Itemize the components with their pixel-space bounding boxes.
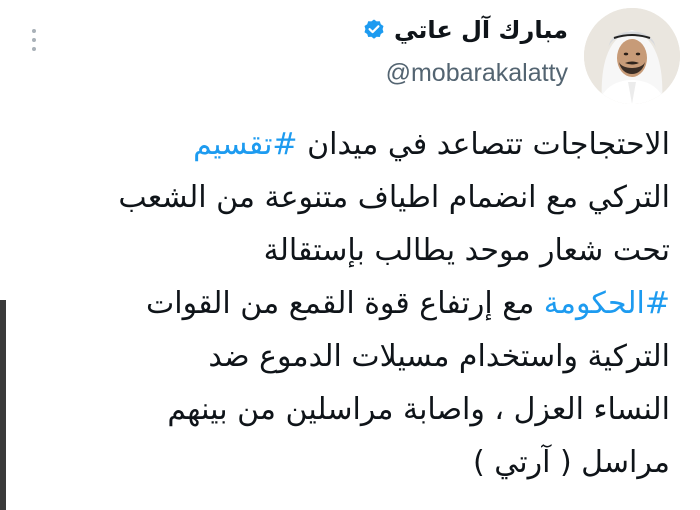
author-display-name[interactable]: مبارك آل عاتي: [394, 10, 568, 50]
tweet-text-segment: النساء العزل ، واصابة مراسلين من بينهم: [167, 392, 670, 427]
left-edge-bar: [0, 300, 6, 510]
tweet-line: تحت شعار موحد يطالب بإستقالة: [30, 224, 670, 277]
verified-badge-icon: [364, 19, 384, 39]
tweet-text-segment: مع إرتفاع قوة القمع من القوات: [146, 286, 544, 321]
more-vertical-icon-dot: [32, 47, 36, 51]
more-vertical-icon: [32, 29, 36, 33]
author-name-row: مبارك آل عاتي: [362, 10, 568, 50]
tweet-line: #الحكومة مع إرتفاع قوة القمع من القوات: [30, 277, 670, 330]
avatar-photo: [584, 8, 680, 104]
tweet-line: الاحتجاجات تتصاعد في ميدان #تقسيم: [30, 118, 670, 171]
hashtag-link[interactable]: #الحكومة: [544, 286, 670, 321]
more-vertical-icon-dot: [32, 38, 36, 42]
tweet-text-segment: مراسل ( آرتي ): [472, 445, 670, 480]
more-options-button[interactable]: [22, 22, 46, 58]
tweet-text-segment: الاحتجاجات تتصاعد في ميدان: [297, 127, 670, 162]
tweet-text-segment: التركي مع انضمام اطياف متنوعة من الشعب: [118, 180, 670, 215]
tweet-line: النساء العزل ، واصابة مراسلين من بينهم: [30, 383, 670, 436]
tweet-line: مراسل ( آرتي ): [30, 436, 670, 489]
tweet-card: مبارك آل عاتي @mobarakalatty الاحتجاجات …: [0, 0, 700, 510]
tweet-text-segment: التركية واستخدام مسيلات الدموع ضد: [208, 339, 670, 374]
tweet-header: مبارك آل عاتي @mobarakalatty: [362, 10, 568, 90]
tweet-text: الاحتجاجات تتصاعد في ميدان #تقسيم التركي…: [30, 118, 670, 489]
author-handle[interactable]: @mobarakalatty: [386, 56, 568, 90]
tweet-line: التركية واستخدام مسيلات الدموع ضد: [30, 330, 670, 383]
avatar[interactable]: [584, 8, 680, 104]
hashtag-link[interactable]: #تقسيم: [193, 127, 297, 162]
tweet-line: التركي مع انضمام اطياف متنوعة من الشعب: [30, 171, 670, 224]
tweet-text-segment: تحت شعار موحد يطالب بإستقالة: [263, 233, 670, 268]
